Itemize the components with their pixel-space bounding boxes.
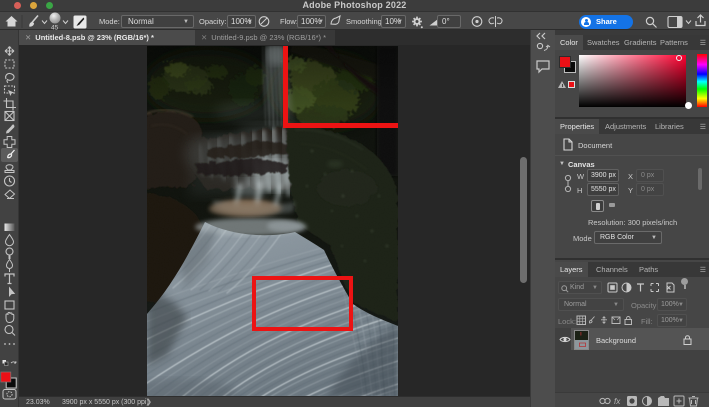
svg-text:fx: fx [614, 397, 621, 406]
